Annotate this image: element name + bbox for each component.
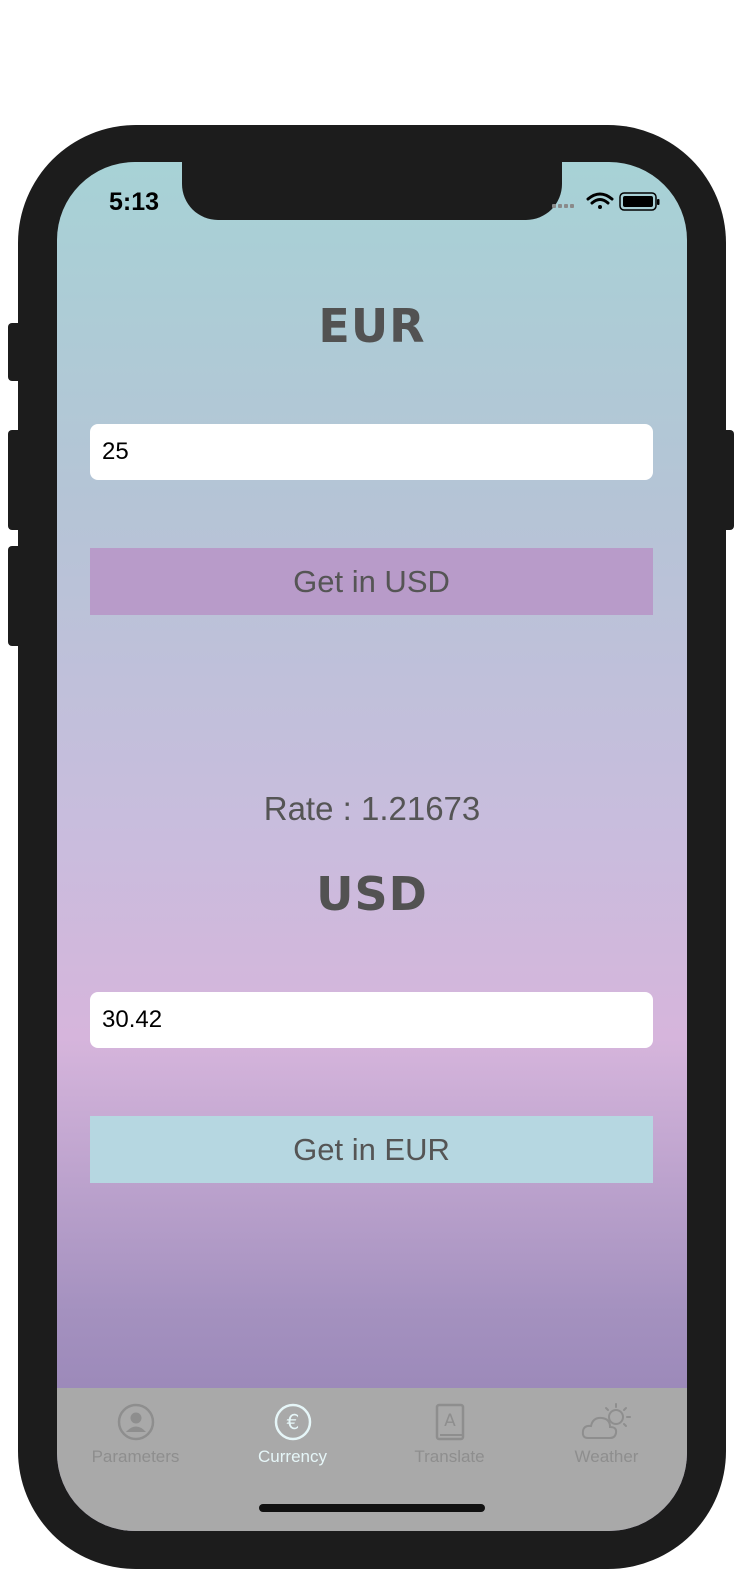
convert-to-eur-button[interactable]: Get in EUR (90, 1116, 653, 1183)
wifi-icon (586, 192, 614, 209)
signal-icon (552, 204, 574, 208)
dictionary-icon: A (435, 1403, 464, 1441)
tab-label-parameters: Parameters (91, 1447, 180, 1466)
power-button (720, 430, 734, 530)
status-indicators (552, 190, 662, 214)
tab-currency[interactable]: € Currency (214, 1403, 371, 1473)
status-time: 5:13 (109, 188, 160, 216)
source-amount-field[interactable]: 25 (90, 424, 653, 480)
euro-circle-icon: € (274, 1403, 311, 1441)
partly-cloudy-icon (581, 1403, 631, 1439)
tab-parameters[interactable]: Parameters (57, 1403, 214, 1473)
tab-label-translate: Translate (414, 1447, 485, 1466)
source-currency-title: EUR (318, 299, 426, 353)
tab-label-weather: Weather (574, 1447, 639, 1466)
svg-text:A: A (444, 1411, 456, 1431)
exchange-rate-label: Rate : 1.21673 (263, 790, 481, 827)
tab-weather[interactable]: Weather (528, 1403, 685, 1473)
volume-up-button (8, 430, 22, 530)
silent-switch (8, 323, 22, 381)
notch (182, 162, 562, 220)
battery-icon (619, 192, 660, 211)
volume-down-button (8, 546, 22, 646)
tab-label-currency: Currency (258, 1447, 327, 1466)
svg-text:€: € (286, 1410, 299, 1434)
person-circle-icon (117, 1403, 154, 1441)
convert-to-usd-button[interactable]: Get in USD (90, 548, 653, 615)
tab-translate[interactable]: A Translate (371, 1403, 528, 1473)
target-currency-title: USD (316, 867, 428, 921)
app-screen: 5:13 EUR 25 Get in USD Rate : 1.21673 US… (57, 162, 687, 1531)
home-indicator (259, 1504, 485, 1512)
target-amount-field[interactable]: 30.42 (90, 992, 653, 1048)
